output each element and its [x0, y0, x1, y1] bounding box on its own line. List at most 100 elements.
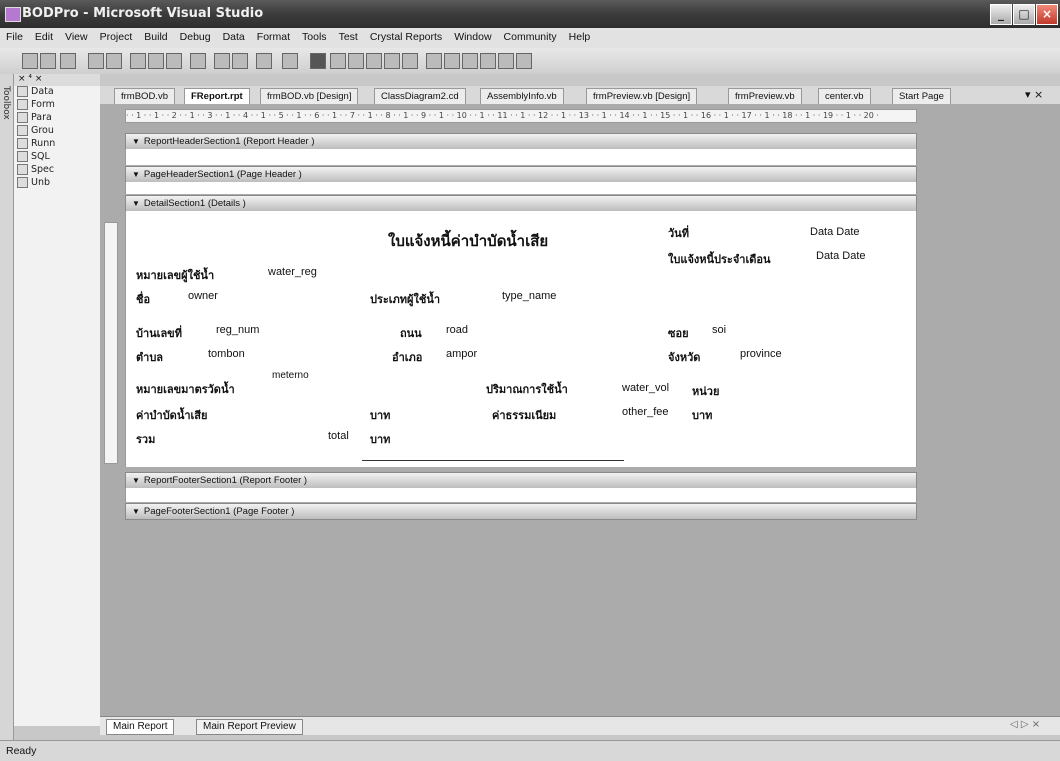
tab-assemblyinfo[interactable]: AssemblyInfo.vb — [480, 88, 564, 104]
total-label[interactable]: รวม — [136, 430, 155, 448]
page-header-body[interactable] — [125, 182, 917, 194]
total-underline[interactable] — [362, 460, 624, 461]
report-footer-body[interactable] — [125, 488, 917, 502]
menu-test[interactable]: Test — [333, 28, 364, 43]
pause-icon[interactable] — [330, 53, 346, 69]
save-icon[interactable] — [88, 53, 104, 69]
baht-label-1[interactable]: บาท — [370, 406, 390, 424]
reg-num-field[interactable]: reg_num — [216, 324, 259, 336]
field-item-parameter[interactable]: Para — [17, 112, 52, 123]
meterno-field[interactable]: meterno — [272, 370, 309, 381]
page-header-band[interactable]: ▼ PageHeaderSection1 (Page Header ) — [125, 166, 917, 183]
tab-overflow-controls[interactable]: ▾ × — [1025, 88, 1043, 101]
house-number-label[interactable]: บ้านเลขที่ — [136, 324, 182, 342]
type-name-field[interactable]: type_name — [502, 290, 556, 302]
province-label[interactable]: จังหวัด — [668, 348, 700, 366]
details-band[interactable]: ▼ DetailSection1 (Details ) — [125, 195, 917, 212]
tab-classdiagram2[interactable]: ClassDiagram2.cd — [374, 88, 466, 104]
tambon-label[interactable]: ตำบล — [136, 348, 163, 366]
field-item-unbound[interactable]: Unb — [17, 177, 50, 188]
menu-edit[interactable]: Edit — [29, 28, 59, 43]
undo-icon[interactable] — [256, 53, 272, 69]
menu-tools[interactable]: Tools — [296, 28, 333, 43]
user-type-label[interactable]: ประเภทผู้ใช้น้ำ — [370, 290, 440, 308]
menu-format[interactable]: Format — [251, 28, 296, 43]
road-label[interactable]: ถนน — [400, 324, 422, 342]
menu-project[interactable]: Project — [94, 28, 139, 43]
field-item-database[interactable]: Data — [17, 86, 54, 97]
step-out-icon[interactable] — [402, 53, 418, 69]
cut-icon[interactable] — [130, 53, 146, 69]
soi-field[interactable]: soi — [712, 324, 726, 336]
menu-view[interactable]: View — [59, 28, 94, 43]
minimize-button[interactable]: _ — [990, 4, 1012, 25]
page-footer-band[interactable]: ▼ PageFooterSection1 (Page Footer ) — [125, 503, 917, 520]
date-field[interactable]: Data Date — [810, 226, 860, 238]
report-title-text[interactable]: ใบแจ้งหนี้ค่าบำบัดน้ำเสีย — [388, 229, 548, 253]
object-browser-icon[interactable] — [462, 53, 478, 69]
baht-label-3[interactable]: บาท — [370, 430, 390, 448]
report-footer-band[interactable]: ▼ ReportFooterSection1 (Report Footer ) — [125, 472, 917, 489]
stop-icon[interactable] — [348, 53, 364, 69]
unit-label[interactable]: หน่วย — [692, 382, 719, 400]
open-file-icon[interactable] — [60, 53, 76, 69]
add-item-icon[interactable] — [40, 53, 56, 69]
copy-icon[interactable] — [148, 53, 164, 69]
menu-window[interactable]: Window — [448, 28, 497, 43]
baht-label-2[interactable]: บาท — [692, 406, 712, 424]
ampor-field[interactable]: ampor — [446, 348, 477, 360]
water-reg-label[interactable]: หมายเลขผู้ใช้น้ำ — [136, 266, 214, 284]
comment-icon[interactable] — [214, 53, 230, 69]
tab-frmpreview-vb[interactable]: frmPreview.vb — [728, 88, 802, 104]
tab-frmbod-design[interactable]: frmBOD.vb [Design] — [260, 88, 359, 104]
maximize-button[interactable]: □ — [1013, 4, 1035, 25]
field-item-sql[interactable]: SQL — [17, 151, 50, 162]
soi-label[interactable]: ซอย — [668, 324, 689, 342]
close-button[interactable]: × — [1036, 4, 1058, 25]
tab-center-vb[interactable]: center.vb — [818, 88, 871, 104]
tab-freport-rpt[interactable]: FReport.rpt — [184, 88, 250, 104]
tombon-field[interactable]: tombon — [208, 348, 245, 360]
bottom-nav-controls[interactable]: ◁ ▷ × — [1010, 719, 1040, 730]
step-over-icon[interactable] — [384, 53, 400, 69]
menu-debug[interactable]: Debug — [174, 28, 217, 43]
road-field[interactable]: road — [446, 324, 468, 336]
report-header-body[interactable] — [125, 149, 917, 165]
menu-community[interactable]: Community — [498, 28, 563, 43]
tab-frmpreview-design[interactable]: frmPreview.vb [Design] — [586, 88, 698, 104]
uncomment-icon[interactable] — [232, 53, 248, 69]
owner-field[interactable]: owner — [188, 290, 218, 302]
water-volume-label[interactable]: ปริมาณการใช้น้ำ — [486, 380, 568, 398]
total-field[interactable]: total — [328, 430, 349, 442]
monthly-label[interactable]: ใบแจ้งหนี้ประจำเดือน — [668, 250, 770, 268]
other-fee-label[interactable]: ค่าธรรมเนียม — [492, 406, 556, 424]
add-project-icon[interactable] — [22, 53, 38, 69]
water-vol-field[interactable]: water_vol — [622, 382, 669, 394]
class-view-icon[interactable] — [498, 53, 514, 69]
tab-frmbod-vb[interactable]: frmBOD.vb — [114, 88, 175, 104]
menu-crystal-reports[interactable]: Crystal Reports — [364, 28, 448, 43]
options-icon[interactable] — [516, 53, 532, 69]
tab-main-report-preview[interactable]: Main Report Preview — [196, 719, 303, 735]
water-reg-field[interactable]: water_reg — [268, 266, 317, 278]
field-item-formula[interactable]: Form — [17, 99, 55, 110]
date-label[interactable]: วันที่ — [668, 224, 689, 242]
field-item-special[interactable]: Spec — [17, 164, 54, 175]
field-explorer-controls[interactable]: × ⁴ × — [18, 74, 42, 84]
amphoe-label[interactable]: อำเภอ — [392, 348, 422, 366]
treatment-fee-label[interactable]: ค่าบำบัดน้ำเสีย — [136, 406, 207, 424]
province-field[interactable]: province — [740, 348, 782, 360]
properties-icon[interactable] — [444, 53, 460, 69]
menu-help[interactable]: Help — [563, 28, 597, 43]
field-item-group[interactable]: Grou — [17, 125, 54, 136]
tab-start-page[interactable]: Start Page — [892, 88, 951, 104]
save-all-icon[interactable] — [106, 53, 122, 69]
menu-file[interactable]: File — [0, 28, 29, 43]
redo-icon[interactable] — [282, 53, 298, 69]
name-label[interactable]: ชื่อ — [136, 290, 150, 308]
toolbox-side-tab[interactable]: Toolbox — [0, 74, 14, 740]
meter-number-label[interactable]: หมายเลขมาตรวัดน้ำ — [136, 380, 235, 398]
find-icon[interactable] — [190, 53, 206, 69]
field-item-running-total[interactable]: Runn — [17, 138, 55, 149]
other-fee-field[interactable]: other_fee — [622, 406, 668, 418]
